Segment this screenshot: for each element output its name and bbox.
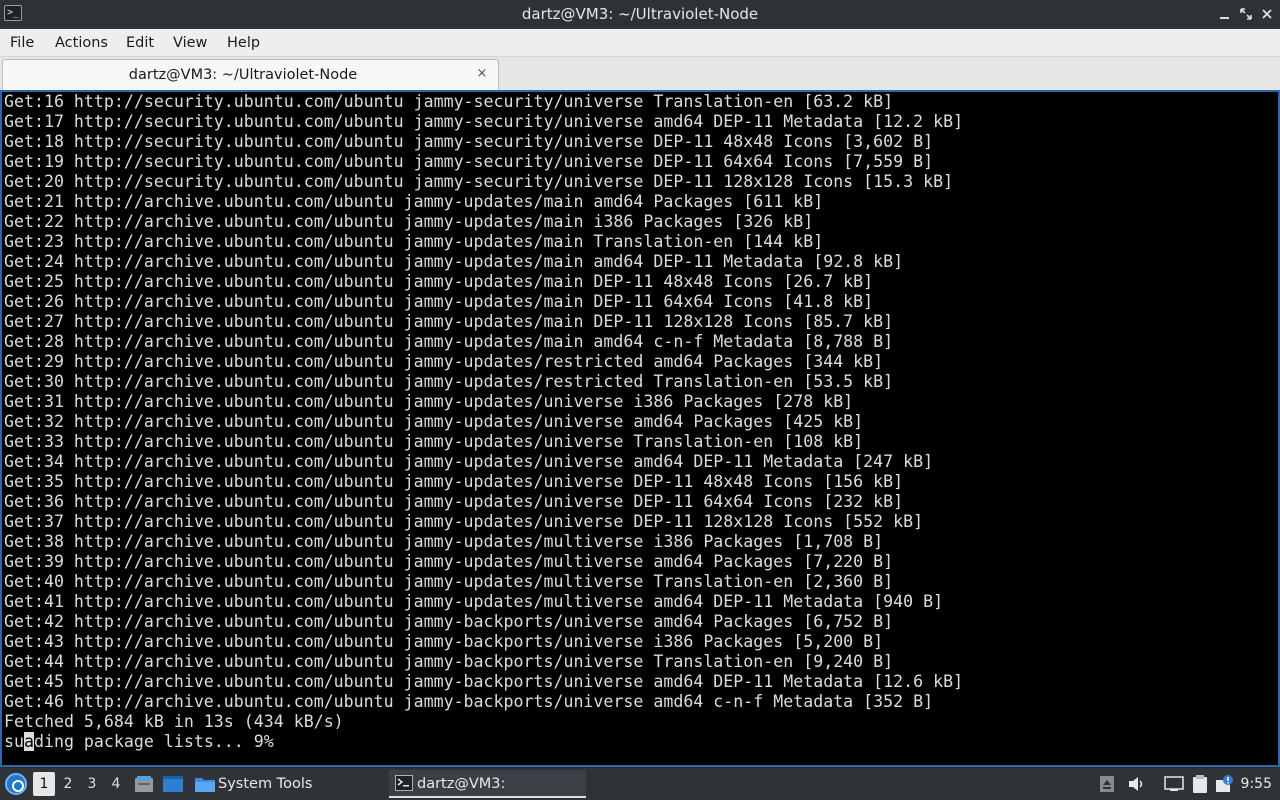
start-menu-icon[interactable] <box>5 773 27 795</box>
terminal-line: Get:45 http://archive.ubuntu.com/ubuntu … <box>4 672 964 691</box>
terminal-line: Get:29 http://archive.ubuntu.com/ubuntu … <box>4 352 884 371</box>
minimize-icon[interactable] <box>1216 5 1234 23</box>
terminal-line: Get:31 http://archive.ubuntu.com/ubuntu … <box>4 392 854 411</box>
terminal-line: Get:42 http://archive.ubuntu.com/ubuntu … <box>4 612 894 631</box>
terminal-line: Get:40 http://archive.ubuntu.com/ubuntu … <box>4 572 894 591</box>
terminal-line: Get:25 http://archive.ubuntu.com/ubuntu … <box>4 272 874 291</box>
tab-close-icon[interactable]: × <box>474 66 490 82</box>
terminal-line: Get:38 http://archive.ubuntu.com/ubuntu … <box>4 532 884 551</box>
workspace-1[interactable]: 1 <box>33 772 55 796</box>
workspace-2[interactable]: 2 <box>57 772 79 796</box>
terminal-line: Get:33 http://archive.ubuntu.com/ubuntu … <box>4 432 864 451</box>
menu-view[interactable]: View <box>173 29 207 57</box>
terminal-line: Get:41 http://archive.ubuntu.com/ubuntu … <box>4 592 944 611</box>
terminal-line: Get:26 http://archive.ubuntu.com/ubuntu … <box>4 292 874 311</box>
terminal-line: Get:20 http://security.ubuntu.com/ubuntu… <box>4 172 954 191</box>
current-line-after-cursor: ding package lists... 9% <box>33 732 274 751</box>
system-tools-label[interactable]: System Tools <box>218 768 312 800</box>
taskbar-terminal-task[interactable]: dartz@VM3: ~/Ultravi... <box>389 770 586 798</box>
volume-icon[interactable] <box>1127 775 1147 797</box>
terminal-line: Get:18 http://security.ubuntu.com/ubuntu… <box>4 132 934 151</box>
text-cursor: a <box>23 732 34 751</box>
tab-label: dartz@VM3: ~/Ultraviolet-Node <box>128 67 358 83</box>
terminal-line: Get:21 http://archive.ubuntu.com/ubuntu … <box>4 192 824 211</box>
notification-icon[interactable] <box>1214 774 1234 798</box>
task-label: dartz@VM3: ~/Ultravi... <box>417 776 506 792</box>
terminal-task-icon <box>395 775 413 795</box>
clipboard-icon[interactable] <box>1190 774 1210 798</box>
terminal-lines: Get:16 http://security.ubuntu.com/ubuntu… <box>4 92 963 752</box>
window-title: dartz@VM3: ~/Ultraviolet-Node <box>521 5 759 23</box>
menu-bar: File Actions Edit View Help <box>0 29 1280 57</box>
tab-bar: dartz@VM3: ~/Ultraviolet-Node × <box>0 57 1280 90</box>
window-titlebar[interactable]: >_ dartz@VM3: ~/Ultraviolet-Node <box>0 0 1280 29</box>
terminal-line: Get:35 http://archive.ubuntu.com/ubuntu … <box>4 472 904 491</box>
close-window-icon[interactable] <box>1258 5 1276 23</box>
eject-icon[interactable] <box>1099 775 1115 797</box>
terminal-line: Get:27 http://archive.ubuntu.com/ubuntu … <box>4 312 894 331</box>
current-line-before-cursor: su <box>4 732 24 751</box>
terminal-line: Get:17 http://security.ubuntu.com/ubuntu… <box>4 112 964 131</box>
terminal-output[interactable]: Get:16 http://security.ubuntu.com/ubuntu… <box>0 90 1280 767</box>
terminal-line: Get:36 http://archive.ubuntu.com/ubuntu … <box>4 492 904 511</box>
clock[interactable]: 9:55 <box>1241 768 1272 800</box>
tab-terminal[interactable]: dartz@VM3: ~/Ultraviolet-Node × <box>2 59 499 90</box>
workspace-3[interactable]: 3 <box>81 772 103 796</box>
terminal-line: Get:44 http://archive.ubuntu.com/ubuntu … <box>4 652 894 671</box>
terminal-line: Get:28 http://archive.ubuntu.com/ubuntu … <box>4 332 894 351</box>
terminal-line: Get:37 http://archive.ubuntu.com/ubuntu … <box>4 512 924 531</box>
taskbar: 1 2 3 4 System Tools dartz@VM3: ~/Ultrav… <box>0 768 1280 800</box>
terminal-line: Get:19 http://security.ubuntu.com/ubuntu… <box>4 152 934 171</box>
terminal-line: Get:24 http://archive.ubuntu.com/ubuntu … <box>4 252 904 271</box>
network-icon[interactable] <box>1164 775 1184 797</box>
terminal-line: Get:34 http://archive.ubuntu.com/ubuntu … <box>4 452 934 471</box>
maximize-icon[interactable] <box>1237 5 1255 23</box>
folder-icon[interactable] <box>194 774 216 798</box>
terminal-current-line: suading package lists... 9% <box>4 732 963 752</box>
terminal-line: Get:16 http://security.ubuntu.com/ubuntu… <box>4 92 894 111</box>
terminal-line: Get:32 http://archive.ubuntu.com/ubuntu … <box>4 412 864 431</box>
menu-file[interactable]: File <box>10 29 34 57</box>
menu-actions[interactable]: Actions <box>55 29 108 57</box>
show-desktop-icon[interactable] <box>162 775 184 797</box>
terminal-line: Get:39 http://archive.ubuntu.com/ubuntu … <box>4 552 894 571</box>
terminal-line: Get:23 http://archive.ubuntu.com/ubuntu … <box>4 232 824 251</box>
workspace-4[interactable]: 4 <box>105 772 127 796</box>
terminal-line: Fetched 5,684 kB in 13s (434 kB/s) <box>4 712 344 731</box>
menu-help[interactable]: Help <box>227 29 260 57</box>
terminal-line: Get:30 http://archive.ubuntu.com/ubuntu … <box>4 372 894 391</box>
terminal-line: Get:22 http://archive.ubuntu.com/ubuntu … <box>4 212 814 231</box>
file-manager-icon[interactable] <box>134 775 154 797</box>
terminal-line: Get:46 http://archive.ubuntu.com/ubuntu … <box>4 692 934 711</box>
terminal-line: Get:43 http://archive.ubuntu.com/ubuntu … <box>4 632 884 651</box>
menu-edit[interactable]: Edit <box>126 29 154 57</box>
